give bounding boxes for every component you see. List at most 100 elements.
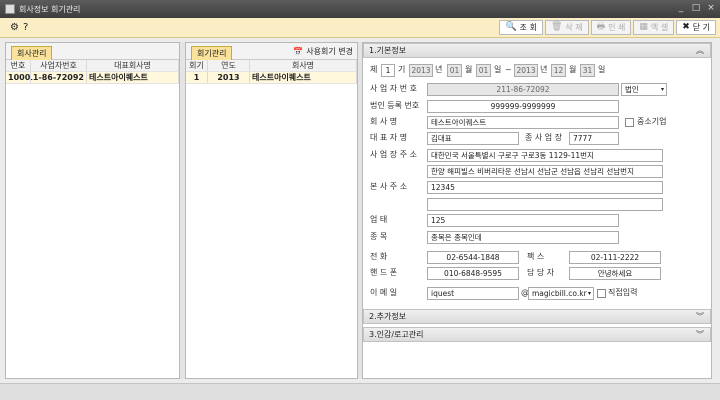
chevron-up-icon: ︽	[696, 46, 704, 55]
trash-button[interactable]: 🗑 삭 제	[544, 20, 589, 35]
status-bar	[0, 383, 720, 400]
biz-type-value: 법인	[625, 85, 639, 94]
change-term-button[interactable]: 📅 사용회기 변경	[293, 45, 353, 58]
cell-no: 1000	[8, 72, 31, 83]
month-unit: 월	[569, 65, 577, 74]
fax-label: 팩 스	[527, 252, 545, 261]
chevron-down-icon: ▾	[660, 86, 664, 93]
gear-icon[interactable]: ⚙	[10, 22, 19, 34]
from-month-input[interactable]: 01	[447, 64, 462, 77]
window-title: 회사정보 회기관리	[19, 4, 81, 14]
biz-item-label: 종 목	[370, 232, 388, 241]
branch-input[interactable]: 7777	[569, 132, 619, 145]
tab-company[interactable]: 회사관리	[11, 46, 53, 60]
branch-label: 종 사 업 장	[525, 133, 563, 142]
col-no[interactable]: 번호	[6, 60, 31, 71]
excel-button[interactable]: ▦ 엑 셀	[633, 20, 675, 35]
maximize-button[interactable]: □	[690, 3, 702, 14]
term-panel: 회기관리 📅 사용회기 변경 회기 연도 회사명 1 2013 테스트아이퀘스트	[185, 42, 358, 379]
address2-input[interactable]: 한양 해피빌스 비버리타운 선남시 선남군 선남읍 선남리 선남번지	[427, 165, 663, 178]
email-label: 이 메 일	[370, 288, 398, 297]
search-button[interactable]: 🔍 조 회	[499, 20, 543, 35]
cell-company-name: 테스트아이퀘스트	[250, 72, 357, 83]
term-suffix: 기	[398, 65, 406, 74]
title-bar: 회사정보 회기관리 _ □ ×	[0, 0, 720, 18]
biz-cond-input[interactable]: 125	[427, 214, 619, 227]
term-input[interactable]: 1	[381, 64, 395, 77]
close-button[interactable]: ×	[705, 3, 717, 14]
chevron-down-icon: ▾	[587, 290, 591, 297]
corp-no-input[interactable]: 999999-9999999	[427, 100, 619, 113]
from-day-input[interactable]: 01	[476, 64, 491, 77]
direct-input-checkbox[interactable]	[597, 289, 606, 298]
toolbar-button-label: 엑 셀	[650, 23, 669, 32]
year-unit: 년	[435, 65, 443, 74]
col-bizno[interactable]: 사업자번호	[31, 60, 87, 71]
biz-no-input[interactable]: 211-86-72092	[427, 83, 619, 96]
day-unit: 일	[598, 65, 606, 74]
chevron-down-icon: ︾	[696, 312, 704, 321]
mobile-label: 핸 드 폰	[370, 268, 398, 277]
calendar-icon: 📅	[293, 47, 304, 56]
help-icon[interactable]: ?	[23, 22, 28, 34]
col-year[interactable]: 연도	[208, 60, 250, 71]
hq-input[interactable]: 12345	[427, 181, 663, 194]
toolbar-button-label: 삭 제	[565, 23, 583, 32]
section-extra-info[interactable]: 2.추가정보 ︾	[363, 309, 711, 324]
section-basic-info[interactable]: 1.기본정보 ︽	[363, 43, 711, 58]
fax-input[interactable]: 02-111-2222	[569, 251, 661, 264]
cell-company: 테스트아이퀘스트	[87, 72, 179, 83]
table-row[interactable]: 1 2013 테스트아이퀘스트	[186, 72, 357, 84]
mobile-input[interactable]: 010-6848-9595	[427, 267, 519, 280]
from-year-input[interactable]: 2013	[409, 64, 433, 77]
to-day-input[interactable]: 31	[580, 64, 595, 77]
manager-label: 담 당 자	[527, 268, 555, 277]
printer-icon: 🖶	[596, 22, 606, 32]
address1-input[interactable]: 대한민국 서울특별시 구로구 구로3동 1129-11번지	[427, 149, 663, 162]
hq2-input[interactable]	[427, 198, 663, 211]
toolbar: ⚙ ? 🔍 조 회 🗑 삭 제 🖶 인 쇄 ▦ 엑 셀 ✖ 닫 기	[0, 18, 720, 38]
excel-icon: ▦	[639, 22, 648, 32]
sme-checkbox[interactable]	[625, 118, 634, 127]
ceo-input[interactable]: 김대표	[427, 132, 519, 145]
section-seal-title: 3.인감/로고관리	[369, 330, 424, 339]
cell-bizno: 211-86-72092	[31, 72, 87, 83]
table-row[interactable]: 1000 211-86-72092 테스트아이퀘스트	[6, 72, 179, 84]
tab-term[interactable]: 회기관리	[191, 46, 233, 60]
col-company-name[interactable]: 회사명	[250, 60, 357, 71]
search-icon: 🔍	[505, 22, 517, 32]
email-id-input[interactable]: iquest	[427, 287, 519, 300]
period-prefix: 제	[370, 65, 378, 74]
company-panel: 회사관리 번호 사업자번호 대표회사명 1000 211-86-72092 테스…	[5, 42, 180, 379]
printer-button[interactable]: 🖶 인 쇄	[590, 20, 632, 35]
sme-label: 중소기업	[637, 117, 667, 126]
close-circle-icon: ✖	[682, 22, 690, 32]
hq-label: 본 사 주 소	[370, 182, 408, 191]
tel-input[interactable]: 02-6544-1848	[427, 251, 519, 264]
corp-no-label: 법인 등록 번호	[370, 101, 420, 110]
minimize-button[interactable]: _	[675, 3, 687, 14]
biz-no-label: 사 업 자 번 호	[370, 84, 417, 93]
toolbar-button-label: 조 회	[519, 23, 537, 32]
address-label: 사 업 장 주 소	[370, 150, 417, 159]
company-input[interactable]: 테스트아이퀘스트	[427, 116, 619, 129]
email-domain-value: magicbill.co.kr	[532, 289, 587, 298]
manager-input[interactable]: 안녕하세요	[569, 267, 661, 280]
to-month-input[interactable]: 12	[551, 64, 566, 77]
to-year-input[interactable]: 2013	[514, 64, 538, 77]
cell-year: 2013	[208, 72, 250, 83]
direct-input-label: 직접입력	[608, 288, 638, 297]
section-extra-title: 2.추가정보	[369, 312, 407, 321]
email-domain-select[interactable]: magicbill.co.kr ▾	[528, 287, 594, 300]
col-company[interactable]: 대표회사명	[87, 60, 179, 71]
biz-item-input[interactable]: 종목은 종목인데	[427, 231, 619, 244]
toolbar-button-label: 닫 기	[692, 23, 710, 32]
section-seal-logo[interactable]: 3.인감/로고관리 ︾	[363, 327, 711, 342]
close-circle-button[interactable]: ✖ 닫 기	[676, 20, 716, 35]
biz-type-select[interactable]: 법인 ▾	[621, 83, 667, 96]
term-grid: 회기 연도 회사명 1 2013 테스트아이퀘스트	[186, 60, 357, 84]
month-unit: 월	[465, 65, 473, 74]
trash-icon: 🗑	[550, 22, 563, 32]
col-term[interactable]: 회기	[186, 60, 208, 71]
year-unit: 년	[540, 65, 548, 74]
